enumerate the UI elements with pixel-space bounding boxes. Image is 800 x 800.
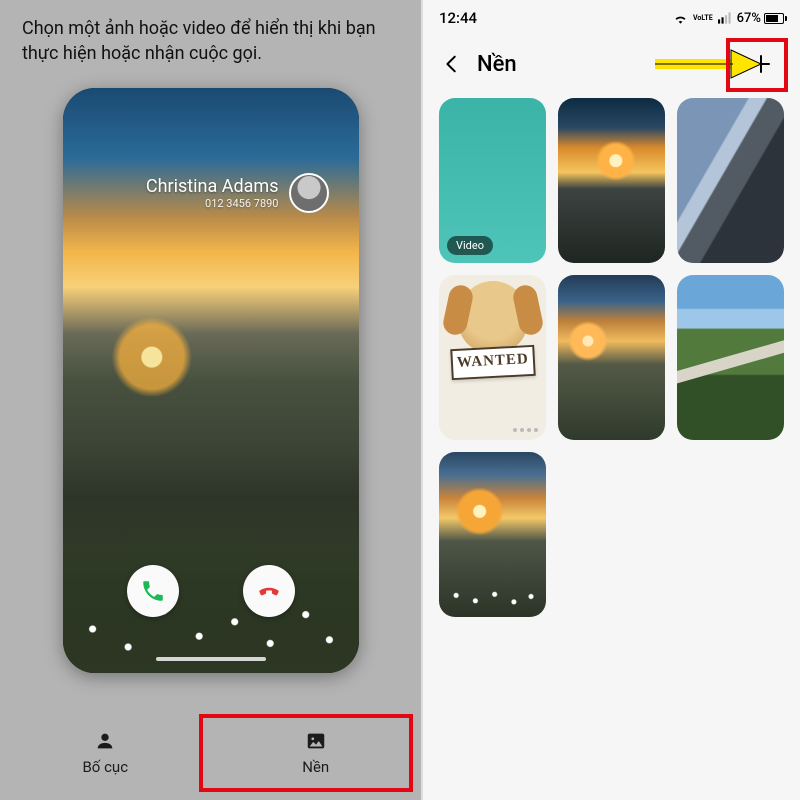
bg-thumb-sunset-sea[interactable] xyxy=(558,98,665,263)
tab-layout[interactable]: Bố cục xyxy=(0,705,211,800)
tab-layout-label: Bố cục xyxy=(82,758,128,776)
add-background-button[interactable] xyxy=(736,41,786,87)
lte-icon: VoLTE xyxy=(693,15,713,22)
battery-icon xyxy=(764,13,784,24)
caller-number: 012 3456 7890 xyxy=(146,197,279,210)
home-indicator xyxy=(156,657,266,661)
caller-avatar xyxy=(289,173,329,213)
tab-background[interactable]: Nền xyxy=(211,705,422,800)
pagination-dots xyxy=(513,428,538,432)
plus-icon xyxy=(749,52,773,76)
bg-thumb-sunset-meadow[interactable] xyxy=(439,452,546,617)
video-badge: Video xyxy=(447,236,493,255)
tab-background-label: Nền xyxy=(302,758,329,776)
left-panel: Chọn một ảnh hoặc video để hiển thị khi … xyxy=(0,0,421,800)
image-icon xyxy=(305,730,327,752)
phone-accept-icon xyxy=(140,578,166,604)
bg-thumb-dawn-mountain[interactable] xyxy=(558,275,665,440)
accept-call-button[interactable] xyxy=(127,565,179,617)
dog-illustration xyxy=(458,281,528,353)
bottom-tabs: Bố cục Nền xyxy=(0,705,421,800)
bg-thumb-rocks[interactable] xyxy=(677,98,784,263)
bg-thumb-teal[interactable]: Video xyxy=(439,98,546,263)
phone-preview: Christina Adams 012 3456 7890 xyxy=(63,88,359,673)
battery-indicator: 67% xyxy=(737,11,784,26)
caller-name: Christina Adams xyxy=(146,176,279,197)
instruction-text: Chọn một ảnh hoặc video để hiển thị khi … xyxy=(22,16,399,66)
bg-thumb-valley-train[interactable] xyxy=(677,275,784,440)
status-bar: 12:44 VoLTE 67% xyxy=(423,0,800,36)
page-header: Nền xyxy=(423,36,800,92)
battery-percent: 67% xyxy=(737,11,761,26)
right-panel: 12:44 VoLTE 67% Nền xyxy=(423,0,800,800)
back-button[interactable] xyxy=(431,41,473,87)
person-icon xyxy=(94,730,116,752)
chevron-left-icon xyxy=(441,53,463,75)
signal-icon xyxy=(718,12,732,24)
bg-thumb-wanted-dog[interactable]: WANTED xyxy=(439,275,546,440)
background-grid: Video WANTED xyxy=(423,92,800,617)
page-title: Nền xyxy=(477,52,517,77)
caller-info: Christina Adams 012 3456 7890 xyxy=(63,173,329,213)
decline-call-button[interactable] xyxy=(243,565,295,617)
wifi-icon xyxy=(673,12,688,24)
phone-decline-icon xyxy=(256,578,282,604)
status-time: 12:44 xyxy=(439,9,477,27)
wanted-sign: WANTED xyxy=(450,345,535,380)
